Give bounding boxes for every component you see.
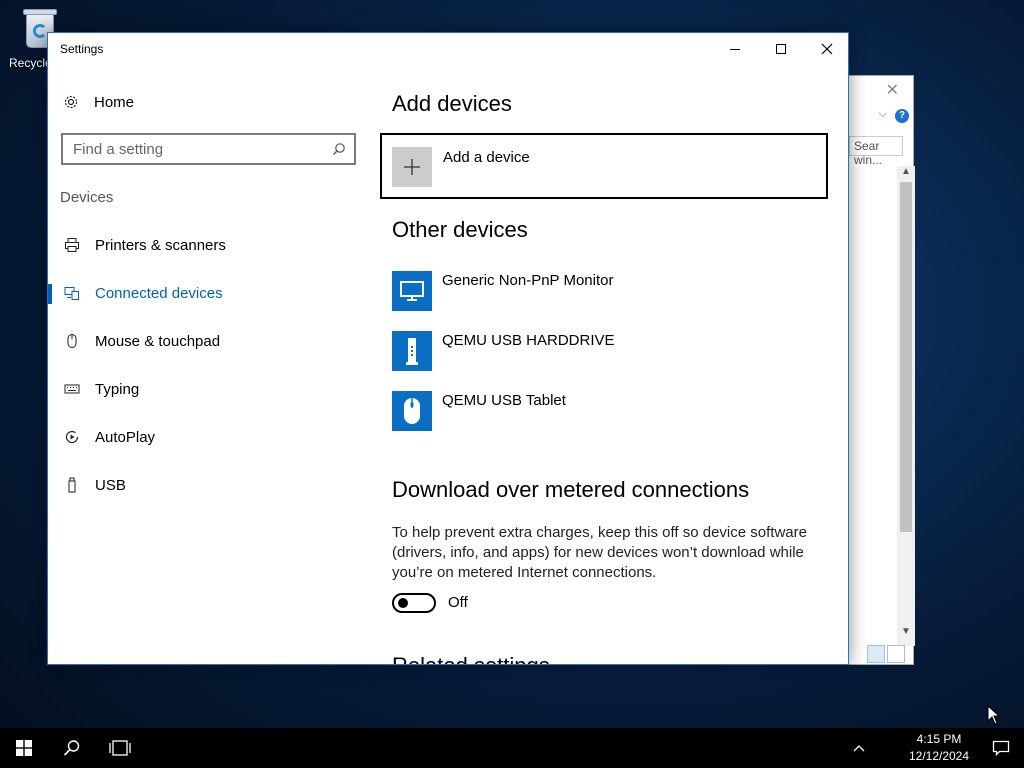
keyboard-icon <box>63 380 81 398</box>
search-placeholder: Find a setting <box>73 140 164 158</box>
related-settings-heading: Related settings <box>392 653 550 664</box>
download-metered-heading: Download over metered connections <box>392 477 750 502</box>
add-device-button[interactable]: Add a device <box>380 133 828 199</box>
sidebar-item-printers-scanners[interactable]: Printers & scanners <box>48 227 368 263</box>
device-item-monitor[interactable]: Generic Non-PnP Monitor <box>392 271 822 313</box>
gear-icon <box>62 93 80 111</box>
maximize-button[interactable] <box>758 33 804 65</box>
other-devices-heading: Other devices <box>392 217 528 242</box>
clock[interactable]: 4:15 PM 12/12/2024 <box>900 728 978 768</box>
sidebar-item-label: Printers & scanners <box>95 236 226 254</box>
minimize-button[interactable] <box>712 33 758 65</box>
sidebar-item-usb[interactable]: USB <box>48 467 368 503</box>
nav-home-label: Home <box>94 93 135 111</box>
clock-date: 12/12/2024 <box>908 749 970 763</box>
close-button[interactable] <box>804 33 848 65</box>
notification-icon <box>992 740 1010 757</box>
settings-window: Settings Home Find a setting Devices Pri… <box>47 32 849 665</box>
sidebar-item-label: Mouse & touchpad <box>95 332 221 350</box>
settings-search-input[interactable]: Find a setting <box>61 133 356 165</box>
mouse-icon <box>63 332 81 350</box>
windows-logo-icon <box>16 740 32 756</box>
sidebar-item-mouse-touchpad[interactable]: Mouse & touchpad <box>48 323 368 359</box>
device-name: QEMU USB HARDDRIVE <box>442 332 615 349</box>
usb-icon <box>63 476 81 494</box>
toggle-state-label: Off <box>448 594 468 611</box>
active-indicator <box>48 284 52 304</box>
bg-search-input[interactable]: Sear win... <box>849 136 903 167</box>
details-view-icon[interactable] <box>867 645 885 663</box>
bg-scrollbar[interactable]: ▲ ▼ <box>897 166 915 646</box>
autoplay-icon <box>63 428 81 446</box>
connected-devices-icon <box>63 284 81 302</box>
action-center-button[interactable] <box>978 728 1024 768</box>
close-icon <box>821 43 833 55</box>
plus-icon <box>392 147 432 187</box>
sidebar-item-label: AutoPlay <box>95 428 156 446</box>
sidebar-item-autoplay[interactable]: AutoPlay <box>48 419 368 455</box>
search-icon <box>63 740 80 756</box>
bg-close-icon[interactable]: ✕ <box>886 80 899 100</box>
task-view-icon <box>109 740 131 756</box>
add-devices-heading: Add devices <box>392 91 512 116</box>
device-name: QEMU USB Tablet <box>442 392 566 409</box>
title-bar[interactable]: Settings <box>48 33 848 65</box>
taskbar: 4:15 PM 12/12/2024 <box>0 728 1024 768</box>
sidebar-item-connected-devices[interactable]: Connected devices <box>48 275 368 311</box>
nav-section-label: Devices <box>60 189 114 206</box>
scroll-down-icon[interactable]: ▼ <box>897 626 915 640</box>
nav-home[interactable]: Home <box>62 89 352 115</box>
mouse-cursor-icon <box>987 705 1001 725</box>
search-icon[interactable] <box>332 142 346 156</box>
clock-time: 4:15 PM <box>916 732 962 746</box>
minimize-icon <box>730 48 740 50</box>
printer-icon <box>63 236 81 254</box>
sidebar-item-label: Connected devices <box>95 284 223 302</box>
show-hidden-icons-button[interactable] <box>844 728 874 768</box>
metered-download-toggle[interactable] <box>392 593 436 613</box>
toggle-knob <box>398 598 408 608</box>
bg-help-icon[interactable]: ? <box>895 109 909 123</box>
monitor-icon <box>392 271 432 311</box>
scroll-up-icon[interactable]: ▲ <box>897 166 915 180</box>
task-view-button[interactable] <box>96 728 144 768</box>
device-item-tablet[interactable]: QEMU USB Tablet <box>392 391 822 433</box>
taskbar-search-button[interactable] <box>48 728 96 768</box>
bg-view-buttons <box>867 645 911 667</box>
start-button[interactable] <box>0 728 48 768</box>
large-icons-view-icon[interactable] <box>887 645 905 663</box>
maximize-icon <box>776 44 786 54</box>
usb-drive-icon <box>392 331 432 371</box>
device-name: Generic Non-PnP Monitor <box>442 272 614 289</box>
bg-chevron-down-icon[interactable]: ⌵ <box>879 108 887 121</box>
sidebar-item-label: Typing <box>95 380 140 398</box>
download-metered-description: To help prevent extra charges, keep this… <box>392 524 807 581</box>
chevron-up-icon <box>853 745 865 752</box>
sidebar-item-typing[interactable]: Typing <box>48 371 368 407</box>
sidebar-item-label: USB <box>95 476 126 494</box>
device-item-harddrive[interactable]: QEMU USB HARDDRIVE <box>392 331 822 373</box>
scroll-thumb[interactable] <box>900 182 912 532</box>
mouse-device-icon <box>392 391 432 431</box>
add-device-label: Add a device <box>443 149 530 166</box>
window-title: Settings <box>60 42 104 56</box>
